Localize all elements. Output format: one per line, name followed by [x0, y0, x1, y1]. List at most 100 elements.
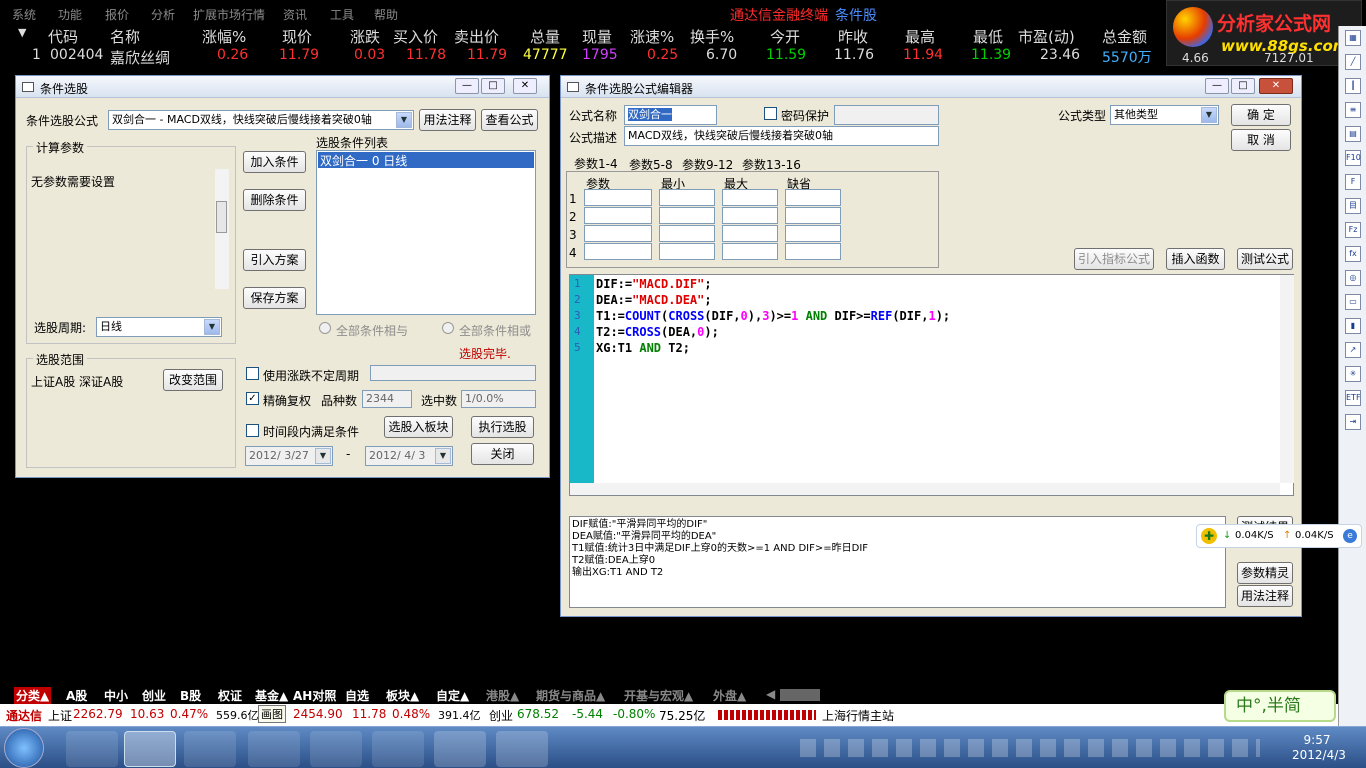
exact-adjust-checkbox[interactable]: ✓: [246, 392, 259, 405]
menu-tools[interactable]: 工具: [330, 6, 354, 23]
execute-selection-button[interactable]: 执行选股: [471, 416, 534, 438]
code-hscrollbar[interactable]: [570, 483, 1280, 495]
param-input[interactable]: [584, 189, 652, 206]
col-chg[interactable]: 涨跌: [350, 26, 380, 47]
cancel-button[interactable]: 取 消: [1231, 129, 1291, 151]
folder-icon[interactable]: ▭: [1345, 294, 1361, 310]
tab-chinext[interactable]: 创业: [142, 687, 166, 704]
table-row[interactable]: 1 002404 嘉欣丝绸 0.26 11.79 0.03 11.78 11.7…: [0, 47, 1314, 67]
col-chg-pct[interactable]: 涨幅%: [202, 26, 246, 47]
maximize-button[interactable]: □: [1231, 78, 1255, 94]
unfixed-period-checkbox[interactable]: [246, 367, 259, 380]
period-select[interactable]: 日线 ▼: [96, 317, 222, 337]
unfixed-period-input[interactable]: [370, 365, 536, 381]
col-turnover[interactable]: 换手%: [690, 26, 734, 47]
fx-icon[interactable]: fx: [1345, 246, 1361, 262]
dialog-titlebar[interactable]: 条件选股 — □ ✕: [16, 76, 549, 98]
param-input[interactable]: [659, 225, 715, 242]
tab-funds-macro[interactable]: 开基与宏观▲: [624, 687, 693, 704]
menu-analysis[interactable]: 分析: [151, 6, 175, 23]
paint-icon[interactable]: [248, 731, 300, 767]
formula-notes[interactable]: DIF赋值:"平滑异同平均的DIF" DEA赋值:"平滑异同平均的DEA" T1…: [569, 516, 1226, 608]
col-code[interactable]: 代码: [48, 26, 78, 47]
tdx-icon[interactable]: [434, 731, 486, 767]
param-input[interactable]: [722, 225, 778, 242]
tab-category[interactable]: 分类▲: [14, 687, 52, 704]
network-speed-widget[interactable]: ✚ ↓ 0.04K/S ↑ 0.04K/S e: [1196, 524, 1362, 548]
sort-arrow-icon[interactable]: ▼: [18, 26, 26, 39]
add-to-block-button[interactable]: 选股入板块: [384, 416, 453, 438]
test-formula-button[interactable]: 测试公式: [1237, 248, 1293, 270]
ime-toolbar[interactable]: 中°,半简: [1224, 690, 1336, 722]
param-input[interactable]: [785, 207, 841, 224]
param-input[interactable]: [584, 225, 652, 242]
col-amount[interactable]: 总金额: [1102, 26, 1147, 47]
browser-icon[interactable]: [184, 731, 236, 767]
tab-b-share[interactable]: B股: [180, 687, 201, 704]
desc-input[interactable]: MACD双线，快线突破后慢线接着突破0轴: [624, 126, 939, 146]
password-input[interactable]: [834, 105, 939, 125]
col-price[interactable]: 现价: [282, 26, 312, 47]
view-formula-button[interactable]: 查看公式: [481, 109, 538, 131]
tab-scroll-left-icon[interactable]: ◀: [766, 687, 775, 701]
param-input[interactable]: [659, 207, 715, 224]
dialog-titlebar[interactable]: 条件选股公式编辑器 — □ ✕: [561, 76, 1301, 98]
close-button[interactable]: ✕: [1259, 78, 1293, 94]
date-from-field[interactable]: 2012/ 3/27 ▼: [245, 446, 333, 466]
delete-condition-button[interactable]: 删除条件: [243, 189, 306, 211]
col-high[interactable]: 最高: [905, 26, 935, 47]
name-input[interactable]: 双剑合一: [624, 105, 717, 125]
password-checkbox[interactable]: [764, 107, 777, 120]
scroll-thumb[interactable]: [216, 201, 227, 233]
globe-icon[interactable]: e: [1343, 529, 1357, 543]
chevron-down-icon[interactable]: ▼: [204, 319, 220, 335]
system-tray-icon[interactable]: [800, 739, 1260, 757]
add-condition-button[interactable]: 加入条件: [243, 151, 306, 173]
f10-icon[interactable]: F10: [1345, 150, 1361, 166]
col-pe[interactable]: 市盈(动): [1018, 26, 1075, 47]
close-dialog-button[interactable]: 关闭: [471, 443, 534, 465]
menu-system[interactable]: 系统: [12, 6, 36, 23]
grid-icon[interactable]: ▦: [1345, 30, 1361, 46]
param-wizard-button[interactable]: 参数精灵: [1237, 562, 1293, 584]
stock-chart-icon[interactable]: [496, 731, 548, 767]
menu-quote[interactable]: 报价: [105, 6, 129, 23]
tab-warrant[interactable]: 权证: [218, 687, 242, 704]
param-input[interactable]: [659, 243, 715, 260]
menu-extended-market[interactable]: 扩展市场行情: [193, 6, 265, 23]
condition-list[interactable]: 双剑合一 0 日线: [316, 150, 536, 315]
etf-icon[interactable]: ETF: [1345, 390, 1361, 406]
menu-function[interactable]: 功能: [58, 6, 82, 23]
param-input[interactable]: [785, 225, 841, 242]
param-input[interactable]: [785, 243, 841, 260]
col-open[interactable]: 今开: [770, 26, 800, 47]
list-icon[interactable]: ≡: [1345, 102, 1361, 118]
formula-select[interactable]: 双剑合一 - MACD双线，快线突破后慢线接着突破0轴 ▼: [108, 110, 414, 130]
param-input[interactable]: [722, 207, 778, 224]
code-editor[interactable]: 1 2 3 4 5 DIF:="MACD.DIF"; DEA:="MACD.DE…: [569, 274, 1294, 496]
tab-scrollbar[interactable]: [780, 689, 820, 701]
param-input[interactable]: [785, 189, 841, 206]
tab-params-1-4[interactable]: 参数1-4: [574, 155, 618, 172]
save-plan-button[interactable]: 保存方案: [243, 287, 306, 309]
tab-fund[interactable]: 基金▲: [255, 687, 288, 704]
colorwheel-icon[interactable]: [124, 731, 176, 767]
params-scrollbar[interactable]: [215, 169, 229, 289]
code-vscrollbar[interactable]: [1280, 275, 1294, 483]
param-input[interactable]: [584, 243, 652, 260]
list-item[interactable]: 双剑合一 0 日线: [318, 152, 534, 168]
document-icon[interactable]: ▤: [1345, 126, 1361, 142]
chevron-down-icon[interactable]: ▼: [435, 448, 451, 464]
param-input[interactable]: [722, 243, 778, 260]
notes-icon[interactable]: 目: [1345, 198, 1361, 214]
station-name[interactable]: 上海行情主站: [822, 707, 894, 724]
tab-custom[interactable]: 自定▲: [436, 687, 469, 704]
insert-function-button[interactable]: 插入函数: [1166, 248, 1225, 270]
f10-alt-icon[interactable]: F: [1345, 174, 1361, 190]
minimize-button[interactable]: —: [455, 78, 479, 94]
param-input[interactable]: [722, 189, 778, 206]
radio-and[interactable]: [319, 322, 331, 334]
line-chart-icon[interactable]: ╱: [1345, 54, 1361, 70]
plus-icon[interactable]: ✚: [1201, 528, 1217, 544]
type-select[interactable]: 其他类型 ▼: [1110, 105, 1219, 125]
